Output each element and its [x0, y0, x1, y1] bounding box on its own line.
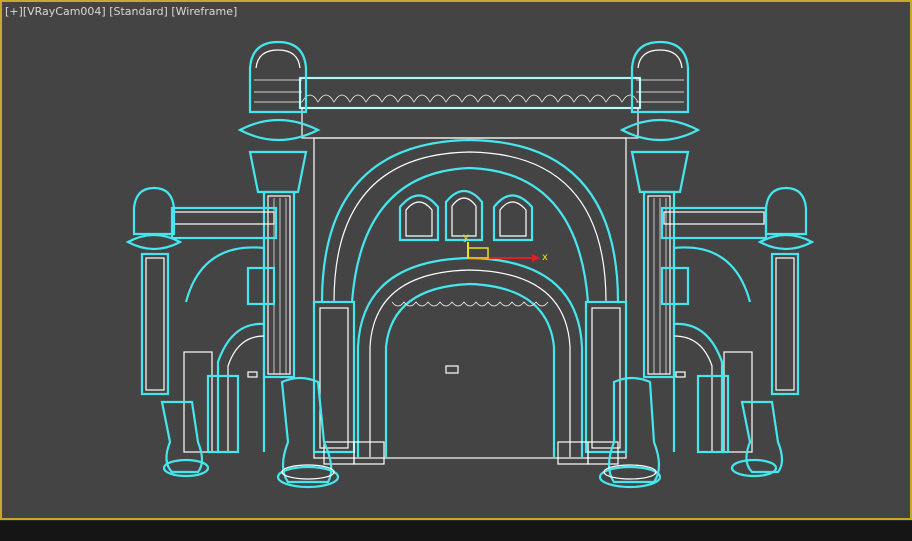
gizmo-x-label: x	[542, 252, 548, 263]
floor-marker	[247, 371, 258, 378]
right-small-tower	[730, 186, 815, 478]
gizmo-y-label: y	[463, 232, 469, 243]
viewport-label: [+][VRayCam004] [Standard] [Wireframe]	[5, 5, 237, 19]
right-inner-pillars	[557, 300, 628, 465]
central-wall	[313, 137, 627, 459]
floor-marker	[445, 365, 459, 374]
viewport-shading-label[interactable]: [Standard]	[109, 5, 168, 18]
floor-marker	[675, 371, 686, 378]
transform-gizmo[interactable]: x y	[463, 232, 548, 263]
viewport-camera[interactable]: x y [+][VRayCam004] [Standard] [Wirefram…	[0, 0, 912, 520]
wireframe-scene[interactable]: x y	[2, 2, 910, 518]
viewport-menu-button[interactable]: +	[9, 5, 18, 18]
main-arch	[356, 256, 584, 457]
left-wing	[170, 206, 278, 454]
viewport-camera-label[interactable]: [VRayCam004]	[23, 5, 106, 18]
viewport-display-mode-label[interactable]: [Wireframe]	[171, 5, 237, 18]
top-frieze	[298, 76, 642, 139]
right-wing	[660, 206, 768, 454]
status-bar	[0, 520, 912, 541]
left-small-tower	[125, 186, 210, 478]
